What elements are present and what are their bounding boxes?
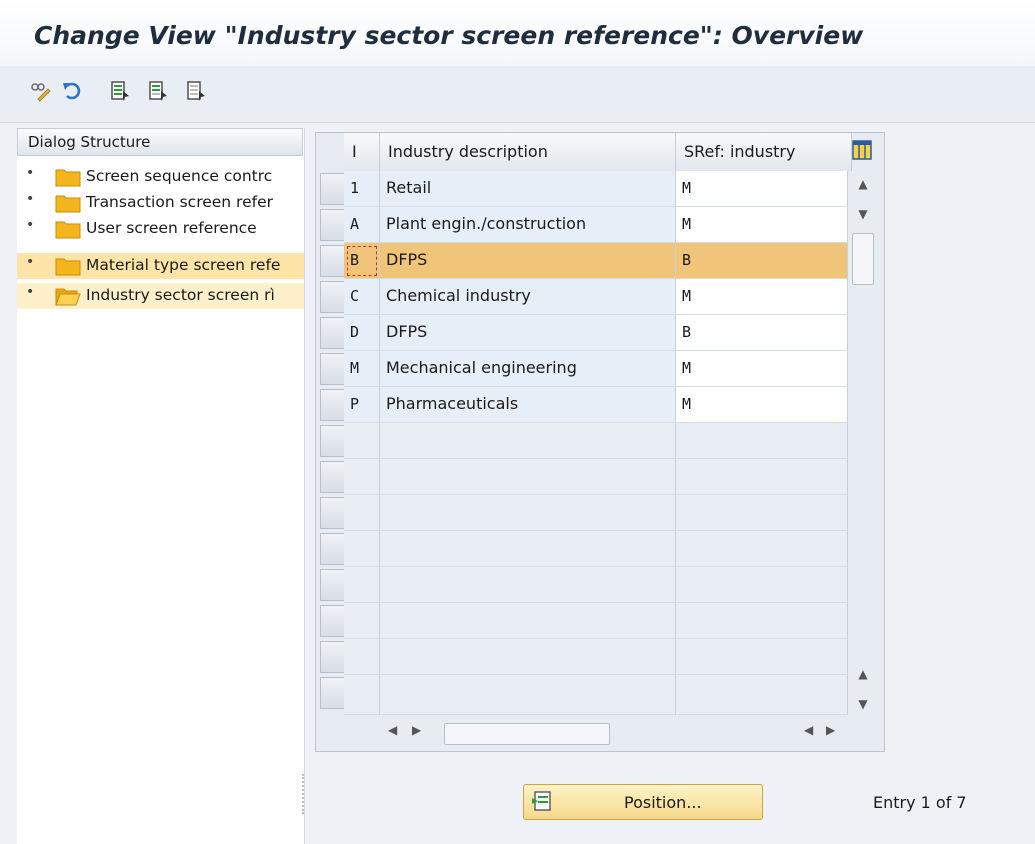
- select-all-icon[interactable]: [109, 80, 131, 102]
- cell-description[interactable]: Retail: [380, 171, 676, 207]
- tree-item-transaction-screen[interactable]: • Transaction screen refer: [17, 190, 304, 216]
- cell-description[interactable]: Mechanical engineering: [380, 351, 676, 387]
- entries-table: I Industry description SRef: industry 1 …: [315, 132, 885, 752]
- scroll-left-icon[interactable]: ◀: [804, 723, 813, 747]
- cell-empty: [380, 531, 676, 567]
- folder-icon: [55, 195, 81, 213]
- scroll-right-icon[interactable]: ▶: [826, 723, 835, 747]
- position-icon: [532, 791, 551, 811]
- folder-icon: [55, 258, 81, 276]
- panel-splitter[interactable]: [302, 774, 308, 814]
- entry-count: Entry 1 of 7: [873, 793, 967, 812]
- cell-empty: [676, 423, 848, 459]
- cell-description[interactable]: Chemical industry: [380, 279, 676, 315]
- cell-description[interactable]: DFPS: [380, 315, 676, 351]
- position-button[interactable]: Position...: [523, 784, 763, 820]
- cell-empty: [344, 639, 380, 675]
- bullet-icon: •: [26, 191, 35, 207]
- cell-empty: [676, 639, 848, 675]
- tree-item-user-screen[interactable]: • User screen reference: [17, 216, 304, 242]
- cell-key[interactable]: P: [344, 387, 380, 423]
- cell-empty: [344, 675, 380, 715]
- bullet-icon: •: [26, 217, 35, 233]
- scroll-right-icon[interactable]: ▶: [412, 723, 421, 747]
- cell-sref-input[interactable]: M: [676, 387, 848, 423]
- tree-item-screen-sequence[interactable]: • Screen sequence contrc: [17, 164, 304, 190]
- cell-empty: [380, 423, 676, 459]
- folder-icon: [55, 221, 81, 239]
- cell-empty: [676, 459, 848, 495]
- cell-description[interactable]: DFPS: [380, 243, 676, 279]
- display-change-icon[interactable]: [29, 80, 51, 102]
- cell-empty: [344, 567, 380, 603]
- cell-empty: [344, 423, 380, 459]
- cell-empty: [676, 675, 848, 715]
- vertical-scroll-thumb[interactable]: [852, 233, 874, 285]
- cell-empty: [676, 531, 848, 567]
- cell-empty: [380, 495, 676, 531]
- cell-empty: [676, 495, 848, 531]
- deselect-all-icon[interactable]: [185, 80, 207, 102]
- select-block-icon[interactable]: [147, 80, 169, 102]
- cell-empty: [380, 567, 676, 603]
- scroll-up-icon[interactable]: ▲: [852, 663, 874, 685]
- cell-sref-input[interactable]: M: [676, 171, 848, 207]
- tree-item-industry-sector[interactable]: • Industry sector screen rì: [17, 283, 304, 309]
- cell-key[interactable]: M: [344, 351, 380, 387]
- cell-sref-input[interactable]: B: [676, 243, 848, 279]
- cell-sref-input[interactable]: M: [676, 351, 848, 387]
- position-button-label: Position...: [624, 793, 702, 812]
- cell-empty: [380, 603, 676, 639]
- toolbar: [0, 66, 1035, 123]
- folder-icon: [55, 169, 81, 187]
- tree-item-label: Industry sector screen rì: [86, 286, 275, 304]
- dialog-structure-panel: Dialog Structure • Screen sequence contr…: [17, 128, 305, 844]
- horizontal-scroll-thumb[interactable]: [444, 723, 610, 745]
- cell-key[interactable]: A: [344, 207, 380, 243]
- scroll-up-icon[interactable]: ▲: [852, 173, 874, 195]
- dialog-structure-header: Dialog Structure: [17, 128, 303, 156]
- column-settings-icon[interactable]: [852, 140, 872, 160]
- cell-empty: [676, 603, 848, 639]
- tree-item-label: Material type screen refe: [86, 256, 281, 274]
- cell-sref-input[interactable]: M: [676, 207, 848, 243]
- cell-empty: [380, 639, 676, 675]
- cell-empty: [344, 531, 380, 567]
- cell-key[interactable]: C: [344, 279, 380, 315]
- undo-icon[interactable]: [61, 80, 83, 102]
- column-header-key[interactable]: I: [344, 133, 380, 171]
- tree-item-label: Screen sequence contrc: [86, 167, 273, 185]
- cell-key[interactable]: 1: [344, 171, 380, 207]
- cell-sref-input[interactable]: M: [676, 279, 848, 315]
- cell-empty: [344, 603, 380, 639]
- page-title: Change View "Industry sector screen refe…: [34, 21, 864, 50]
- folder-open-icon: [55, 288, 81, 306]
- cell-key[interactable]: D: [344, 315, 380, 351]
- tree-item-label: User screen reference: [86, 219, 257, 237]
- cell-empty: [344, 459, 380, 495]
- bullet-icon: •: [26, 254, 35, 270]
- tree-item-label: Transaction screen refer: [86, 193, 273, 211]
- bullet-icon: •: [26, 165, 35, 181]
- scroll-down-icon[interactable]: ▼: [852, 693, 874, 715]
- bullet-icon: •: [26, 284, 35, 300]
- scroll-left-icon[interactable]: ◀: [388, 723, 397, 747]
- cell-empty: [380, 675, 676, 715]
- column-header-description[interactable]: Industry description: [380, 133, 676, 171]
- cell-description[interactable]: Plant engin./construction: [380, 207, 676, 243]
- scroll-down-icon[interactable]: ▼: [852, 203, 874, 225]
- title-bar: Change View "Industry sector screen refe…: [0, 0, 1035, 67]
- cell-sref-input[interactable]: B: [676, 315, 848, 351]
- tree-item-material-type[interactable]: • Material type screen refe: [17, 253, 304, 279]
- cell-empty: [380, 459, 676, 495]
- cell-description[interactable]: Pharmaceuticals: [380, 387, 676, 423]
- cell-empty: [676, 567, 848, 603]
- cell-empty: [344, 495, 380, 531]
- cell-key[interactable]: B: [344, 243, 380, 279]
- column-header-sref[interactable]: SRef: industry: [676, 133, 852, 171]
